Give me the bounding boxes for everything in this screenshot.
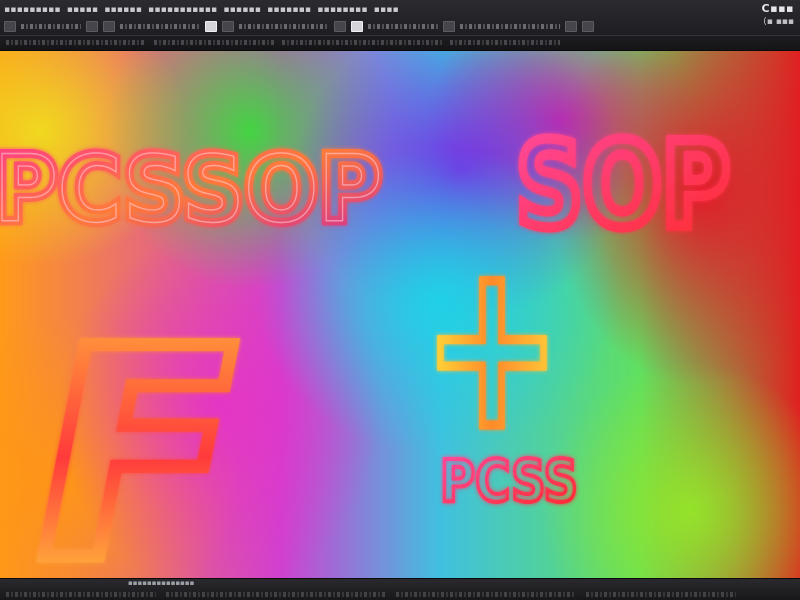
options-separator [450,39,560,45]
tool-button[interactable] [222,20,234,32]
status-separator [166,591,386,597]
toolbar-separator [21,23,81,29]
menu-item[interactable]: ▪▪▪▪ [374,5,399,15]
toolbar-separator [239,23,329,29]
tool-button[interactable] [582,20,594,32]
status-separator [396,591,576,597]
menu-item[interactable]: ▪▪▪▪▪▪ [223,5,261,15]
options-separator [6,39,146,45]
canvas-artwork: PCSSOP PCSSOP SOP F + PCSS [0,111,735,578]
tool-button[interactable] [205,20,217,32]
menu-item[interactable]: ▪▪▪▪▪▪ [104,5,142,15]
tool-button[interactable] [86,20,98,32]
tool-button[interactable] [443,20,455,32]
tool-button[interactable] [334,20,346,32]
toolbar-separator [460,23,560,29]
status-bar: ▪▪▪▪▪▪▪▪▪▪▪▪▪▪ [0,578,800,600]
status-separator [586,591,736,597]
options-separator [154,39,274,45]
editor-window: ▪▪▪▪▪▪▪▪▪ ▪▪▪▪▪ ▪▪▪▪▪▪ ▪▪▪▪▪▪▪▪▪▪▪ ▪▪▪▪▪… [0,0,800,600]
document-canvas[interactable]: PCSSOP PCSSOP SOP F + PCSS [0,51,800,578]
options-separator [282,39,442,45]
menu-item[interactable]: ▪▪▪▪▪▪▪▪▪ [4,5,61,15]
options-bar [0,35,800,48]
toolbar-separator [368,23,438,29]
app-logo: C▪▪▪ [761,2,794,15]
menu-item[interactable]: ▪▪▪▪▪▪▪▪▪▪▪ [148,5,217,15]
tool-button[interactable] [103,20,115,32]
neon-cross: + [423,213,561,480]
top-toolbar: ▪▪▪▪▪▪▪▪▪ ▪▪▪▪▪ ▪▪▪▪▪▪ ▪▪▪▪▪▪▪▪▪▪▪ ▪▪▪▪▪… [0,0,800,51]
menu-bar: ▪▪▪▪▪▪▪▪▪ ▪▪▪▪▪ ▪▪▪▪▪▪ ▪▪▪▪▪▪▪▪▪▪▪ ▪▪▪▪▪… [0,3,800,17]
status-details [0,590,800,598]
neon-letter-f: F [38,288,236,578]
neon-word-bottom: PCSS [440,447,578,515]
status-label: ▪▪▪▪▪▪▪▪▪▪▪▪▪▪ [128,579,195,587]
menu-item[interactable]: ▪▪▪▪▪▪▪▪ [317,5,367,15]
tool-button[interactable] [351,20,363,32]
tool-button[interactable] [4,20,16,32]
neon-word-top-left-highlight: PCSSOP [0,136,382,243]
menu-item[interactable]: ▪▪▪▪▪▪▪ [267,5,311,15]
status-separator [6,591,156,597]
menu-item[interactable]: ▪▪▪▪▪ [67,5,99,15]
tool-button[interactable] [565,20,577,32]
tool-row [0,19,800,33]
toolbar-separator [120,23,200,29]
